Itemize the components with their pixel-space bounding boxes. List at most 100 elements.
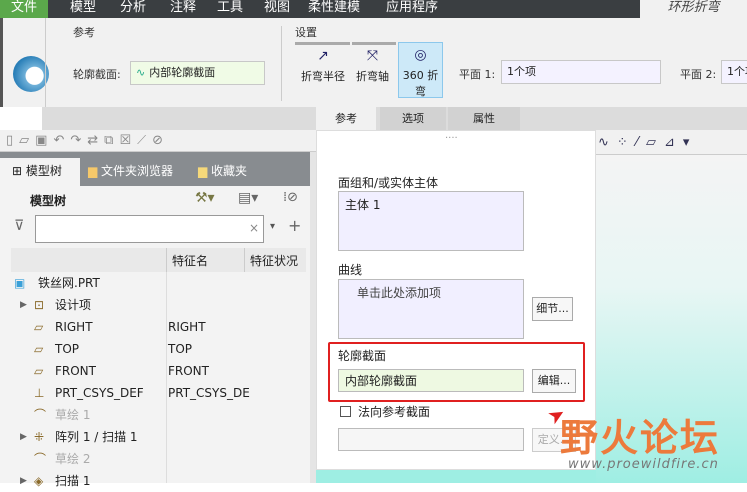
- expand-icon[interactable]: ▶: [20, 426, 27, 448]
- column-feature-name[interactable]: 特征名: [172, 252, 208, 269]
- column-feature-status[interactable]: 特征状况: [250, 252, 298, 269]
- tree-item-feature-name: PRT_CSYS_DE: [168, 386, 250, 400]
- tab-properties[interactable]: 属性: [448, 107, 520, 130]
- part-icon: ▣: [14, 276, 26, 290]
- tree-row[interactable]: ▶ ⊡ 设计项: [0, 294, 310, 316]
- dashboard-tabs: 参考 选项 属性: [42, 107, 747, 130]
- menu-tools[interactable]: 工具: [205, 0, 255, 18]
- panel-drag-handle[interactable]: ····: [445, 133, 458, 144]
- tree-item-feature-name: RIGHT: [168, 320, 206, 334]
- edit-button[interactable]: 编辑...: [532, 369, 576, 393]
- tree-row[interactable]: ▣ 铁丝网.PRT: [0, 272, 310, 294]
- measure-icon[interactable]: ⟋: [137, 133, 152, 148]
- bend-360-button[interactable]: ◎ 360 折弯: [398, 42, 443, 98]
- normal-section-field[interactable]: [338, 428, 524, 451]
- expand-icon[interactable]: ▶: [20, 294, 27, 316]
- bend-360-icon: ◎: [414, 47, 427, 63]
- menu-flexible[interactable]: 柔性建模: [300, 0, 368, 18]
- graphics-area-bottom[interactable]: [316, 470, 596, 483]
- csys-icon: ⊥: [34, 386, 45, 400]
- datum-plane-icon: ▱: [34, 320, 44, 334]
- curve-icon[interactable]: ∿: [598, 135, 617, 150]
- sketch-icon: ⌒: [34, 452, 47, 466]
- settings-icon[interactable]: ⚒▾: [195, 190, 215, 206]
- tree-row[interactable]: ▱ TOP TOP: [0, 338, 310, 360]
- tree-item-label: 设计项: [55, 298, 92, 312]
- menu-analysis[interactable]: 分析: [108, 0, 158, 18]
- menu-model[interactable]: 模型: [58, 0, 108, 18]
- quick-access-toolbar: ▯▱▣↶↷⇄⧉☒⟋⊘: [0, 130, 316, 152]
- add-icon[interactable]: +: [288, 216, 301, 235]
- ribbon: 参考 轮廓截面: ∿ 内部轮廓截面 设置 ↗ 折弯半径 ⤧ 折弯轴 ◎ 360 折弯 平…: [0, 18, 747, 107]
- normal-section-checkbox[interactable]: [340, 406, 351, 417]
- tree-row[interactable]: ⌒ 草绘 1: [0, 404, 310, 426]
- regenerate-icon[interactable]: ⇄: [87, 133, 104, 148]
- show-icon[interactable]: ▤▾: [238, 190, 258, 206]
- tree-row[interactable]: ▶ ◈ 扫描 1: [0, 470, 310, 492]
- pattern-icon: ⁜: [34, 430, 45, 444]
- profile-section-label: 轮廓截面: [338, 349, 387, 363]
- visibility-icon[interactable]: ⁞⊘: [283, 190, 298, 205]
- search-dropdown-icon[interactable]: ▾: [270, 221, 275, 232]
- save-icon[interactable]: ▣: [35, 133, 53, 148]
- tree-row[interactable]: ▶ ⁜ 阵列 1 / 扫描 1: [0, 426, 310, 448]
- profile-field[interactable]: ∿ 内部轮廓截面: [130, 61, 265, 85]
- menu-file[interactable]: 文件: [0, 0, 48, 18]
- tab-options[interactable]: 选项: [380, 107, 446, 130]
- more-dropdown-icon[interactable]: ▾: [683, 135, 698, 150]
- tree-row[interactable]: ▱ FRONT FRONT: [0, 360, 310, 382]
- sketch-icon: ⌒: [34, 408, 47, 422]
- tree-item-label: PRT_CSYS_DEF: [55, 386, 144, 400]
- search-input[interactable]: [35, 215, 264, 243]
- open-icon[interactable]: ▱: [19, 133, 35, 148]
- navigator-panel: ⊞ 模型树 ▆ 文件夹浏览器 ▆ 收藏夹 模型树 ⚒▾ ▤▾ ⁞⊘ ⊽ × ▾ …: [0, 152, 316, 488]
- tree-row[interactable]: ▱ RIGHT RIGHT: [0, 316, 310, 338]
- plane1-field[interactable]: 1个项: [501, 60, 661, 84]
- tab-model-tree[interactable]: ⊞ 模型树: [0, 158, 80, 186]
- details-button[interactable]: 细节...: [532, 297, 573, 321]
- tab-favorites[interactable]: ▆ 收藏夹: [198, 158, 278, 186]
- close-window-icon[interactable]: ☒: [119, 133, 137, 148]
- curves-label: 曲线: [338, 263, 363, 277]
- undo-icon[interactable]: ↶: [53, 133, 70, 148]
- curves-collector[interactable]: 单击此处添加项: [338, 279, 524, 339]
- profile-section-field[interactable]: 内部轮廓截面: [338, 369, 524, 392]
- axis-icon[interactable]: ⁄: [636, 135, 646, 150]
- tree-icon: ⊞: [12, 164, 26, 178]
- windows-icon[interactable]: ⧉: [104, 133, 119, 148]
- tab-folder-browser[interactable]: ▆ 文件夹浏览器: [88, 158, 193, 186]
- new-icon[interactable]: ▯: [6, 133, 19, 148]
- bend-axis-button[interactable]: ⤧ 折弯轴: [350, 44, 395, 100]
- sweep-icon: ◈: [34, 474, 44, 488]
- tab-references[interactable]: 参考: [316, 107, 376, 130]
- menu-apps[interactable]: 应用程序: [378, 0, 446, 18]
- point-icon[interactable]: ⁘: [617, 135, 636, 150]
- toroidal-bend-icon: [13, 56, 49, 92]
- expand-icon[interactable]: ▶: [20, 470, 27, 492]
- plane-icon[interactable]: ▱: [646, 135, 664, 150]
- normal-section-label: 法向参考截面: [358, 405, 431, 419]
- tree-row[interactable]: ⊥ PRT_CSYS_DEF PRT_CSYS_DE: [0, 382, 310, 404]
- clear-icon[interactable]: ×: [249, 221, 259, 235]
- tree-item-label: 草绘 2: [55, 452, 91, 466]
- tree-row[interactable]: ⌒ 草绘 2: [0, 448, 310, 470]
- quilts-collector[interactable]: 主体 1: [338, 191, 524, 251]
- datum-plane-icon: ▱: [34, 342, 44, 356]
- bend-radius-button[interactable]: ↗ 折弯半径: [296, 44, 350, 100]
- csys-icon[interactable]: ⊿: [664, 135, 683, 150]
- plane2-field[interactable]: 1个项: [721, 60, 747, 84]
- filter-icon: ⊽: [14, 218, 25, 234]
- tree-item-label: 阵列 1 / 扫描 1: [55, 430, 138, 444]
- tree-item-label: 铁丝网.PRT: [38, 276, 100, 290]
- tree-item-label: 扫描 1: [55, 474, 91, 488]
- profile-label: 轮廓截面:: [73, 68, 121, 81]
- menu-annotate[interactable]: 注释: [158, 0, 208, 18]
- menu-view[interactable]: 视图: [252, 0, 302, 18]
- navigator-tabs: ⊞ 模型树 ▆ 文件夹浏览器 ▆ 收藏夹: [0, 152, 310, 186]
- favorites-icon: ▆: [198, 164, 212, 178]
- menu-toroidal-bend[interactable]: 环形折弯: [640, 0, 747, 18]
- tree-item-label: FRONT: [55, 364, 96, 378]
- zoom-icon[interactable]: ⊘: [152, 133, 169, 148]
- redo-icon[interactable]: ↷: [70, 133, 87, 148]
- reference-group-label: 参考: [73, 26, 95, 39]
